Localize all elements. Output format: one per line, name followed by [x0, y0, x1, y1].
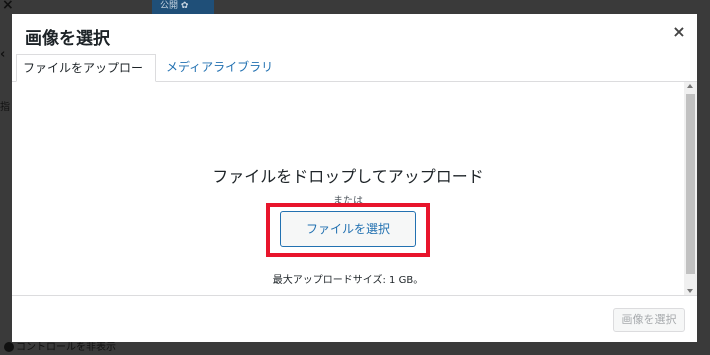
scrollbar[interactable]	[684, 82, 697, 295]
scroll-thumb[interactable]	[686, 94, 695, 274]
modal-footer: 画像を選択	[12, 295, 697, 342]
scroll-up-icon[interactable]	[687, 84, 693, 88]
background-publish-button: 公開 ✿	[152, 0, 214, 14]
background-close-icon: ×	[2, 0, 14, 13]
background-back-arrow-icon: ‹	[0, 47, 6, 62]
background-side-text: 指	[0, 102, 10, 113]
drop-title: ファイルをドロップしてアップロード	[212, 167, 484, 186]
tab-upload-files[interactable]: ファイルをアップロード	[16, 54, 156, 101]
background-hide-controls: コントロールを非表示	[0, 341, 260, 355]
select-image-button[interactable]: 画像を選択	[613, 308, 685, 332]
hide-controls-label: コントロールを非表示	[16, 342, 116, 353]
select-image-modal: 画像を選択 × ファイルをアップロード メディアライブラリ ファイルをドロップし…	[12, 14, 697, 342]
max-upload-size: 最大アップロードサイズ: 1 GB。	[272, 275, 424, 286]
select-files-button[interactable]: ファイルを選択	[280, 211, 416, 247]
hide-controls-icon	[4, 342, 14, 352]
modal-title: 画像を選択	[25, 29, 110, 49]
close-icon[interactable]: ×	[671, 24, 687, 40]
modal-tabs: ファイルをアップロード メディアライブラリ	[12, 54, 697, 101]
tab-media-library[interactable]: メディアライブラリ	[160, 54, 279, 82]
scroll-down-icon[interactable]	[687, 289, 693, 293]
upload-area: ファイルをドロップしてアップロード または ファイルを選択 最大アップロードサイ…	[12, 82, 684, 295]
